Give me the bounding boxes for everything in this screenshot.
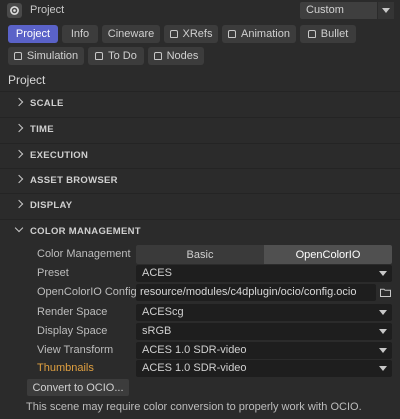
field-label: View Transform [37, 344, 114, 356]
tab-label: To Do [108, 50, 137, 62]
tab-label: Info [70, 28, 90, 40]
tab-cineware[interactable]: Cineware [102, 25, 160, 43]
group-label: EXECUTION [30, 150, 89, 161]
chevron-right-icon [14, 149, 24, 159]
thumbnails-row: Thumbnails ACES 1.0 SDR-video [0, 359, 400, 378]
view-transform-dropdown[interactable]: ACES 1.0 SDR-video [136, 342, 392, 359]
dropdown-value: ACES 1.0 SDR-video [142, 344, 247, 356]
chevron-down-icon [379, 329, 387, 334]
mode-opencolorio-option[interactable]: OpenColorIO [264, 245, 392, 264]
lock-icon [153, 52, 162, 60]
tab-label: Animation [241, 28, 290, 40]
chevron-right-icon [14, 97, 24, 107]
lock-icon [307, 30, 316, 38]
tab-to-do[interactable]: To Do [88, 47, 144, 65]
tab-xrefs[interactable]: XRefs [164, 25, 218, 43]
chevron-down-icon [379, 310, 387, 315]
color-management-mode-toggle: Basic OpenColorIO [136, 245, 392, 264]
chevron-down-icon [14, 223, 24, 233]
view-transform-row: View Transform ACES 1.0 SDR-video [0, 341, 400, 360]
preset-dropdown[interactable]: ACES [136, 265, 392, 282]
title-bar: Project Custom [0, 0, 400, 22]
color-management-mode-row: Color Management Basic OpenColorIO [0, 245, 400, 264]
group-label: DISPLAY [30, 200, 73, 211]
group-color-management[interactable]: COLOR MANAGEMENT [0, 219, 400, 244]
tab-info[interactable]: Info [62, 25, 98, 43]
group-asset-browser[interactable]: ASSET BROWSER [0, 168, 400, 193]
dropdown-value: ACEScg [142, 306, 184, 318]
lock-icon [169, 30, 178, 38]
group-label: ASSET BROWSER [30, 175, 118, 186]
thumbnails-dropdown[interactable]: ACES 1.0 SDR-video [136, 360, 392, 377]
group-label: TIME [30, 124, 54, 135]
chevron-down-icon [379, 271, 387, 276]
field-label: Thumbnails [37, 362, 94, 374]
group-time[interactable]: TIME [0, 117, 400, 142]
dropdown-value: ACES 1.0 SDR-video [142, 362, 247, 374]
tab-animation[interactable]: Animation [222, 25, 296, 43]
lock-icon [95, 52, 104, 60]
field-label: Render Space [37, 306, 108, 318]
field-label: OpenColorIO Config [37, 286, 137, 298]
chevron-right-icon [14, 123, 24, 133]
section-title: Project [8, 73, 46, 87]
group-scale[interactable]: SCALE [0, 91, 400, 116]
group-display[interactable]: DISPLAY [0, 193, 400, 218]
field-label: Color Management [37, 248, 131, 260]
gear-icon[interactable] [7, 3, 22, 18]
tab-label: Project [15, 28, 51, 40]
preset-row: Preset ACES [0, 264, 400, 283]
layout-preset-select[interactable]: Custom [300, 2, 394, 19]
tab-project[interactable]: Project [8, 25, 58, 43]
folder-icon[interactable] [380, 288, 391, 297]
field-label: Preset [37, 267, 69, 279]
display-space-row: Display Space sRGB [0, 322, 400, 341]
dropdown-value: ACES [142, 267, 172, 279]
panel-title: Project [30, 4, 65, 16]
tab-bullet[interactable]: Bullet [300, 25, 356, 43]
layout-preset-value: Custom [306, 4, 344, 16]
dropdown-value: sRGB [142, 325, 172, 337]
mode-basic-option[interactable]: Basic [136, 245, 264, 264]
ocio-config-path-input[interactable]: resource/modules/c4dplugin/ocio/config.o… [136, 284, 376, 301]
ocio-config-row: OpenColorIO Config resource/modules/c4dp… [0, 283, 400, 302]
ocio-conversion-notice: This scene may require color conversion … [26, 401, 362, 413]
group-label: COLOR MANAGEMENT [30, 226, 141, 237]
chevron-right-icon [14, 174, 24, 184]
chevron-down-icon[interactable] [377, 2, 394, 19]
group-label: SCALE [30, 98, 64, 109]
field-label: Display Space [37, 325, 108, 337]
tab-label: Cineware [107, 28, 155, 40]
chevron-right-icon [14, 199, 24, 209]
tab-label: XRefs [182, 28, 213, 40]
render-space-row: Render Space ACEScg [0, 303, 400, 322]
tab-simulation[interactable]: Simulation [8, 47, 84, 65]
lock-icon [13, 52, 22, 60]
group-execution[interactable]: EXECUTION [0, 143, 400, 168]
convert-to-ocio-button[interactable]: Convert to OCIO... [27, 379, 129, 396]
tab-nodes[interactable]: Nodes [148, 47, 204, 65]
display-space-dropdown[interactable]: sRGB [136, 323, 392, 340]
tab-label: Simulation [26, 50, 79, 62]
chevron-down-icon [379, 348, 387, 353]
lock-icon [228, 30, 237, 38]
render-space-dropdown[interactable]: ACEScg [136, 304, 392, 321]
chevron-down-icon [379, 366, 387, 371]
tab-label: Bullet [320, 28, 349, 40]
tab-label: Nodes [166, 50, 199, 62]
input-value: resource/modules/c4dplugin/ocio/config.o… [140, 286, 357, 298]
